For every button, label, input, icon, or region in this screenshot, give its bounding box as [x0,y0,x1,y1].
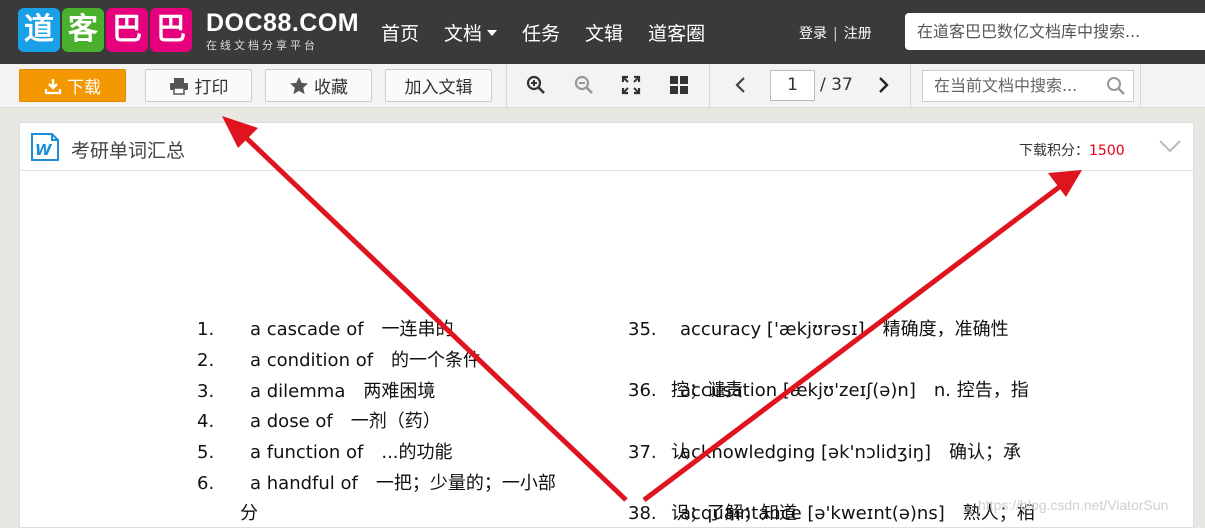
toolbar-divider [910,64,911,108]
brand-domain: DOC88.COM [206,9,360,37]
toolbar-divider [709,64,710,108]
add-collection-label: 加入文辑 [404,78,473,98]
entry-text: a condition of 的一个条件 [250,349,482,371]
auth-divider: | [833,26,838,42]
entry-text: a cascade of 一连串的 [250,319,454,340]
document-search-placeholder: 在当前文档中搜索... [934,76,1078,95]
logo-char: 道 [18,8,60,52]
favorite-label: 收藏 [314,78,348,98]
previous-page-button[interactable] [729,73,753,97]
entry-number: 35. [628,319,657,340]
zoom-in-button[interactable] [524,73,548,97]
grid-view-button[interactable] [667,73,691,97]
top-navigation-bar: 道 客 巴 巴 DOC88.COM 在线文档分享平台 首页 文档 任务 文辑 道… [0,0,1205,64]
logo-char: 巴 [150,8,192,52]
fullscreen-icon [621,75,641,95]
logo-char: 巴 [106,8,148,52]
score-label: 下载积分： [1019,143,1089,159]
entry-number: 3. [197,380,215,402]
fullscreen-button[interactable] [619,73,643,97]
document-search-input[interactable]: 在当前文档中搜索... [922,70,1134,102]
nav-item-home[interactable]: 首页 [381,19,419,46]
watermark: https://blog.csdn.net/ViatorSun [978,497,1169,513]
entry-number: 38. [628,502,657,524]
entry-text: accuracy ['ækjʊrəsɪ] 精确度，准确性 [680,319,1009,340]
document-toolbar: 下载 打印 收藏 加入文辑 1 / 37 在当前文档中搜索... [0,64,1205,108]
download-label: 下载 [67,78,101,98]
chevron-left-icon [735,77,745,93]
download-icon [44,78,62,94]
toolbar-divider [1140,64,1141,108]
entry-text: a dilemma 两难困境 [250,380,436,402]
entry-number: 37. [628,441,657,463]
entry-number: 4. [197,411,215,433]
chevron-right-icon [879,77,889,93]
zoom-in-icon [526,75,545,94]
entry-text: a function of ...的功能 [250,442,453,464]
nav-item-tasks[interactable]: 任务 [522,19,560,46]
nav-item-docs[interactable]: 文档 [444,19,498,46]
next-page-button[interactable] [871,73,895,97]
document-page: 1. a cascade of 一连串的 2. a condition of 的一个条… [20,172,1193,528]
global-search-input[interactable]: 在道客巴巴数亿文档库中搜索... [905,13,1205,50]
star-icon [290,76,308,94]
printer-icon [169,77,188,95]
print-label: 打印 [194,78,229,98]
zoom-out-button[interactable] [572,73,596,97]
document-title: 考研单词汇总 [71,140,186,162]
entry-continuation: 识；了解；知道 [671,503,797,524]
zoom-out-icon [574,75,593,94]
entry-number: 2. [197,349,215,371]
nav-item-docs-label: 文档 [444,23,483,45]
document-viewer: W 考研单词汇总 下载积分：1500 1. a cascade of 一连串的 2.… [19,122,1194,528]
chevron-down-icon [487,29,498,36]
logo-char: 客 [62,8,104,52]
word-document-icon: W [31,133,59,161]
entry-text: acknowledging [ək'nɔlidʒiŋ] 确认；承 [680,441,1021,463]
site-logo[interactable]: 道 客 巴 巴 [18,8,194,52]
main-nav: 首页 文档 任务 文辑 道客圈 [381,19,730,46]
entry-continuation: 控；谴责 [671,380,743,401]
document-header: W 考研单词汇总 下载积分：1500 [20,123,1193,171]
chevron-down-icon[interactable] [1158,136,1182,156]
entry-number: 36. [628,380,657,402]
nav-item-community[interactable]: 道客圈 [648,19,705,46]
login-link[interactable]: 登录 [799,26,827,42]
entry-number: 6. [197,473,215,494]
nav-item-collections[interactable]: 文辑 [585,19,623,46]
download-button[interactable]: 下载 [19,69,126,102]
brand-name[interactable]: DOC88.COM 在线文档分享平台 [206,10,359,53]
page-number-input[interactable]: 1 [770,70,815,101]
add-collection-button[interactable]: 加入文辑 [385,69,492,102]
print-button[interactable]: 打印 [145,69,252,102]
entry-continuation: 分 [240,503,258,524]
grid-icon [670,76,688,94]
register-link[interactable]: 注册 [844,26,872,42]
svg-text:W: W [35,141,53,159]
score-value: 1500 [1089,143,1125,159]
page-total: / 37 [820,75,853,95]
entry-text: a handful of 一把；少量的；一小部 [250,473,556,494]
favorite-button[interactable]: 收藏 [265,69,372,102]
entry-number: 5. [197,442,215,464]
download-score: 下载积分：1500 [1019,140,1125,160]
auth-links: 登录 | 注册 [799,23,872,43]
brand-slogan: 在线文档分享平台 [206,39,318,52]
search-icon[interactable] [1106,76,1126,96]
toolbar-divider [506,64,507,108]
entry-number: 1. [197,319,215,340]
entry-text: a dose of 一剂（药） [250,411,441,433]
entry-continuation: 认 [671,442,689,463]
